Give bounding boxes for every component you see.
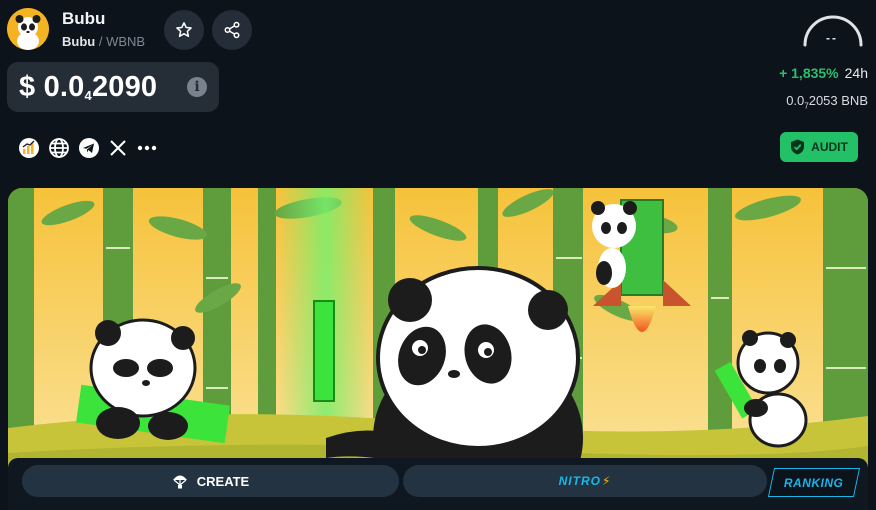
more-links-button[interactable] [136,137,158,159]
token-logo [7,8,49,50]
nitro-button[interactable]: NITRO ⚡ [403,465,767,497]
bnb-price-prefix: 0.0 [786,93,805,108]
globe-icon [49,138,69,158]
quote-token: WBNB [106,34,146,49]
token-symbol: Bubu [62,34,96,49]
star-icon [176,22,192,38]
price-zero-count: 4 [84,87,92,103]
ranking-button[interactable]: RANKING [767,468,861,497]
token-pair: Bubu / WBNB [62,34,145,49]
ranking-label: RANKING [784,475,844,490]
bolt-icon: ⚡ [601,474,612,488]
create-label: CREATE [196,473,250,489]
audit-label: AUDIT [811,140,848,154]
usd-price: $ 0.042090 [19,71,157,104]
shield-check-icon [791,139,805,155]
share-icon [224,21,240,39]
nitro-label: NITRO [558,474,601,488]
change-period: 24h [844,65,868,81]
telegram-icon [79,138,99,158]
more-icon [137,145,157,151]
chart-link[interactable] [18,137,40,159]
gauge-value: -- [826,31,838,45]
price-prefix: $ 0.0 [19,70,85,103]
bnb-price: 0.072053 BNB [786,93,868,111]
pair-separator: / [98,34,103,49]
twitter-link[interactable] [107,137,129,159]
bnb-unit: BNB [841,93,868,108]
create-button[interactable]: CREATE [22,465,399,497]
price-display: $ 0.042090 i [7,62,219,112]
price-digits: 2090 [91,70,158,103]
parachute-icon [172,475,187,489]
price-change: + 1,835% 24h [779,65,868,81]
info-icon[interactable]: i [187,77,207,97]
bnb-price-digits: 2053 [808,93,838,108]
favorite-button[interactable] [164,10,204,50]
change-percent: + 1,835% [779,65,839,81]
share-button[interactable] [212,10,252,50]
chart-icon [19,138,39,158]
audit-button[interactable]: AUDIT [780,132,858,162]
telegram-link[interactable] [78,137,100,159]
x-icon [110,140,126,156]
website-link[interactable] [48,137,70,159]
token-name: Bubu [62,9,106,28]
